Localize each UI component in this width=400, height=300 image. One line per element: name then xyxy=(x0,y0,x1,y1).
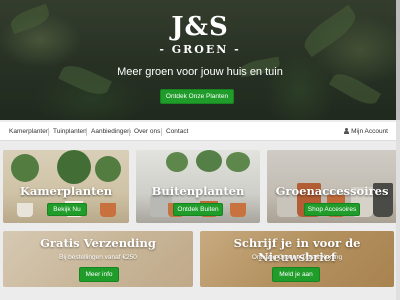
category-card-buitenplanten[interactable]: Buitenplanten Ontdek Buiten xyxy=(136,150,260,223)
nav-item-tuinplanten[interactable]: Tuinplanten xyxy=(53,128,87,136)
pot-decoration xyxy=(100,203,116,217)
nav-divider xyxy=(161,128,162,136)
subscribe-button[interactable]: Meld je aan xyxy=(272,267,320,282)
nav-divider xyxy=(129,128,130,136)
hero-tagline: Meer groen voor jouw huis en tuin xyxy=(117,66,283,78)
promo-subtitle: Bij bestellingen vanaf €250 xyxy=(59,254,137,261)
promo-subtitle: Ontvang Groene Tips & Korting xyxy=(251,254,343,261)
account-label: Mijn Account xyxy=(351,128,388,135)
nav-item-over-ons[interactable]: Over ons xyxy=(134,128,160,136)
category-card-kamerplanten[interactable]: Kamerplanten Bekijk Nu xyxy=(3,150,129,223)
nav-item-contact[interactable]: Contact xyxy=(166,128,188,136)
shop-accessories-button[interactable]: Shop Accesoires xyxy=(304,203,360,216)
scrollbar-thumb[interactable] xyxy=(396,0,400,120)
main-navigation: Kamerplanten Tuinplanten Aanbiedingen Ov… xyxy=(0,122,400,141)
plant-decoration xyxy=(166,152,188,172)
newsletter-banner: Schrijf je in voor de Nieuwsbrief Ontvan… xyxy=(200,231,394,287)
pot-decoration xyxy=(17,203,33,217)
plant-decoration xyxy=(226,152,250,172)
category-title: Kamerplanten xyxy=(19,184,113,198)
plant-decoration xyxy=(196,150,222,172)
logo-subtitle: - GROEN - xyxy=(159,43,241,56)
account-link[interactable]: Mijn Account xyxy=(344,128,388,135)
explore-outdoor-button[interactable]: Ontdek Buiten xyxy=(173,203,223,216)
pot-decoration xyxy=(230,203,246,217)
person-icon xyxy=(344,128,350,134)
category-title: Groenaccessoires xyxy=(275,184,389,198)
nav-divider xyxy=(48,128,49,136)
category-card-groenaccessoires[interactable]: Groenaccessoires Shop Accesoires xyxy=(267,150,397,223)
logo-title: J&S xyxy=(171,12,229,42)
nav-item-kamerplanten[interactable]: Kamerplanten xyxy=(9,128,49,136)
view-now-button[interactable]: Bekijk Nu xyxy=(47,203,87,216)
nav-divider xyxy=(86,128,87,136)
nav-item-aanbiedingen[interactable]: Aanbiedingen xyxy=(91,128,131,136)
promo-title: Gratis Verzending xyxy=(40,236,156,250)
hero-banner: J&S - GROEN - Meer groen voor jouw huis … xyxy=(0,0,400,120)
explore-plants-button[interactable]: Ontdek Onze Planten xyxy=(160,89,234,104)
category-title: Buitenplanten xyxy=(151,184,245,198)
more-info-button[interactable]: Meer info xyxy=(79,267,119,282)
plant-decoration xyxy=(95,156,121,182)
page-scrollbar[interactable] xyxy=(396,0,400,300)
free-shipping-banner: Gratis Verzending Bij bestellingen vanaf… xyxy=(3,231,193,287)
plant-decoration xyxy=(57,150,91,184)
plant-decoration xyxy=(11,154,39,182)
